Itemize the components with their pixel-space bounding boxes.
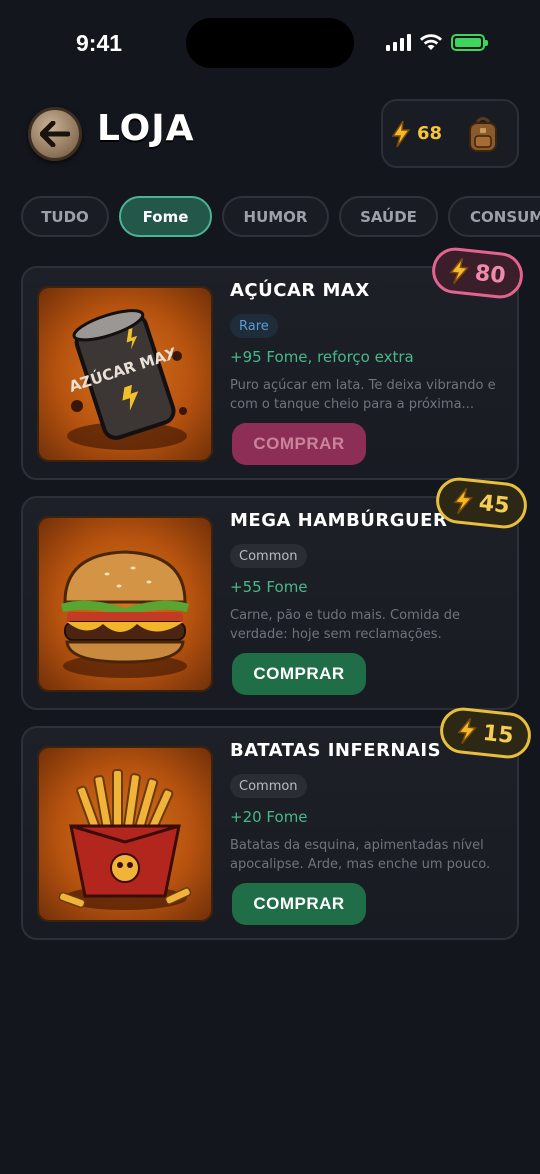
status-icons: [386, 33, 488, 51]
rarity-badge: Common: [230, 544, 307, 568]
lightning-icon: [391, 120, 411, 147]
lightning-icon: [453, 487, 473, 515]
item-description: Carne, pão e tudo mais. Comida de verdad…: [230, 608, 460, 642]
wifi-icon: [420, 34, 442, 50]
buy-button[interactable]: COMPRAR: [232, 423, 366, 465]
arrow-left-icon: [40, 121, 70, 147]
backpack-icon[interactable]: [465, 115, 501, 153]
rarity-badge: Common: [230, 774, 307, 798]
coin-wallet[interactable]: 68: [381, 99, 519, 168]
shop-item-card: AZÚCAR MAX AÇÚCAR MAX Rare +95 Fome, ref…: [21, 266, 519, 480]
battery-icon: [451, 33, 488, 51]
page-title: LOJA: [97, 108, 195, 149]
tab-tudo[interactable]: TUDO: [21, 196, 109, 237]
dynamic-island: [186, 18, 354, 68]
item-title: MEGA HAMBÚRGUER: [230, 510, 448, 531]
tab-consumiveis[interactable]: CONSUM: [448, 196, 540, 237]
lightning-icon: [457, 717, 477, 745]
shop-item-card: MEGA HAMBÚRGUER Common +55 Fome Carne, p…: [21, 496, 519, 710]
status-bar: 9:41: [0, 0, 540, 90]
rarity-badge: Rare: [230, 314, 278, 338]
status-time: 9:41: [76, 30, 123, 56]
buy-button[interactable]: COMPRAR: [232, 883, 366, 925]
lightning-icon: [449, 257, 469, 285]
buy-button[interactable]: COMPRAR: [232, 653, 366, 695]
price-value: 45: [477, 490, 511, 519]
sugar-can-image: AZÚCAR MAX: [37, 286, 213, 462]
item-description: Batatas da esquina, apimentadas nível ap…: [230, 838, 491, 872]
item-description: Puro açúcar em lata. Te deixa vibrando e…: [230, 378, 496, 412]
back-button[interactable]: [28, 107, 82, 161]
tab-fome[interactable]: Fome: [119, 196, 212, 237]
signal-icon: [386, 33, 411, 51]
coin-count: 68: [417, 123, 443, 144]
fries-image: [37, 746, 213, 922]
category-tabs: TUDO Fome HUMOR SAÚDE CONSUM: [21, 196, 540, 238]
item-title: AÇÚCAR MAX: [230, 280, 370, 301]
shop-item-card: BATATAS INFERNAIS Common +20 Fome Batata…: [21, 726, 519, 940]
item-effect: +95 Fome, reforço extra: [230, 348, 414, 366]
burger-image: [37, 516, 213, 692]
item-effect: +55 Fome: [230, 578, 308, 596]
item-title: BATATAS INFERNAIS: [230, 740, 442, 761]
tab-saude[interactable]: SAÚDE: [339, 196, 438, 237]
item-effect: +20 Fome: [230, 808, 308, 826]
price-value: 80: [473, 260, 507, 289]
price-value: 15: [481, 720, 515, 749]
tab-humor[interactable]: HUMOR: [222, 196, 329, 237]
